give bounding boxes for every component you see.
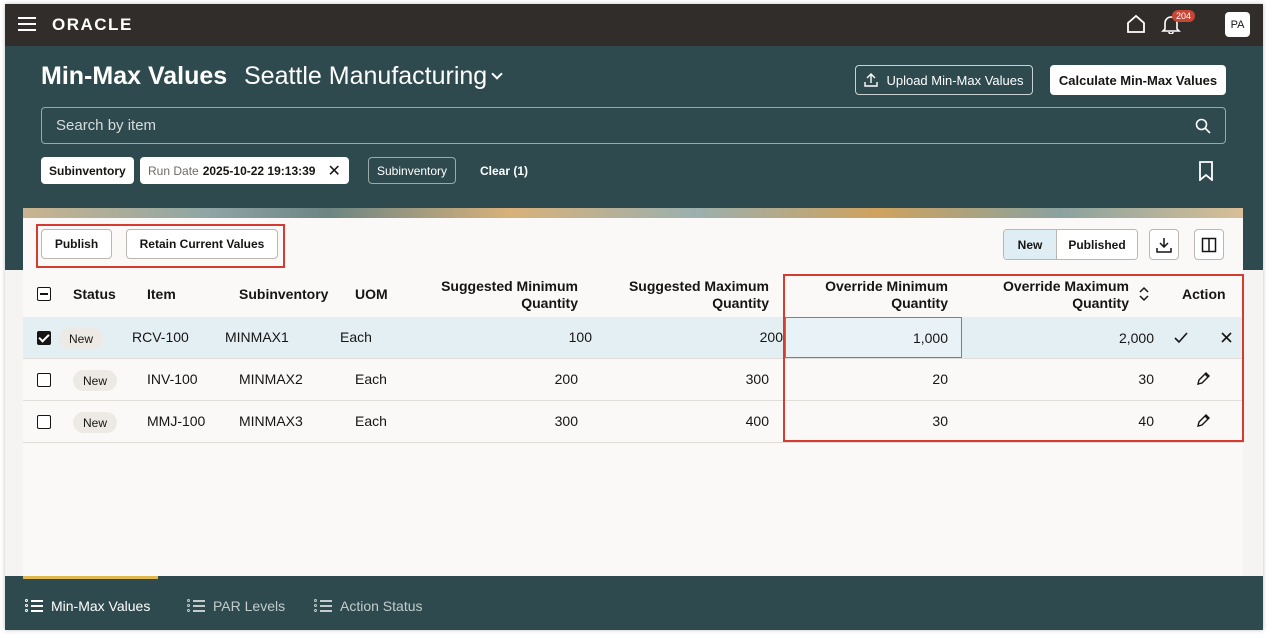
cell-item: INV-100 bbox=[147, 371, 198, 387]
close-icon[interactable]: ✕ bbox=[327, 161, 340, 181]
user-avatar[interactable]: PA bbox=[1225, 12, 1250, 37]
segment-new[interactable]: New bbox=[1004, 230, 1057, 259]
columns-button[interactable] bbox=[1194, 229, 1224, 260]
cell-suggested-min: 100 bbox=[568, 329, 592, 345]
tab-min-max-values[interactable]: Min-Max Values bbox=[25, 598, 150, 614]
highlight-box-toolbar bbox=[36, 224, 285, 268]
active-tab-indicator bbox=[23, 576, 158, 579]
notification-badge: 204 bbox=[1172, 10, 1196, 22]
status-badge: New bbox=[59, 328, 104, 349]
app-window: ORACLE 204 PA Min-Max Values Seattle Man… bbox=[5, 4, 1263, 630]
row-checkbox[interactable] bbox=[37, 331, 51, 345]
list-icon bbox=[25, 599, 43, 613]
header-status[interactable]: Status bbox=[73, 286, 116, 303]
run-date-value: 2025-10-22 19:13:39 bbox=[202, 163, 316, 178]
page-title: Min-Max Values bbox=[41, 62, 228, 90]
menu-icon[interactable] bbox=[18, 17, 36, 31]
search-placeholder: Search by item bbox=[56, 117, 157, 134]
cell-item: RCV-100 bbox=[132, 329, 189, 345]
cell-item: MMJ-100 bbox=[147, 413, 206, 429]
header-suggested-min[interactable]: Suggested Minimum Quantity bbox=[415, 278, 578, 312]
cell-suggested-max: 200 bbox=[759, 329, 783, 345]
checklist-icon bbox=[314, 599, 332, 613]
highlight-box-override-columns bbox=[783, 274, 1244, 442]
cell-suggested-max: 300 bbox=[745, 371, 769, 387]
tab-action-status[interactable]: Action Status bbox=[314, 598, 423, 614]
row-checkbox[interactable] bbox=[37, 415, 51, 429]
chevron-down-icon bbox=[491, 68, 503, 80]
clear-filters-link[interactable]: Clear (1) bbox=[480, 164, 528, 178]
status-badge: New bbox=[73, 412, 118, 433]
cell-uom: Each bbox=[355, 371, 387, 387]
header-uom[interactable]: UOM bbox=[355, 286, 388, 303]
header-item[interactable]: Item bbox=[147, 286, 176, 303]
tab-label: Action Status bbox=[340, 598, 423, 614]
list-icon bbox=[187, 599, 205, 613]
cell-suggested-min: 200 bbox=[554, 371, 578, 387]
calculate-button[interactable]: Calculate Min-Max Values bbox=[1050, 65, 1226, 95]
decorative-banner bbox=[23, 208, 1243, 218]
upload-label: Upload Min-Max Values bbox=[886, 72, 1024, 88]
organization-name: Seattle Manufacturing bbox=[244, 62, 488, 90]
tab-label: PAR Levels bbox=[213, 598, 286, 614]
cell-subinventory: MINMAX3 bbox=[239, 413, 303, 429]
search-input[interactable]: Search by item bbox=[41, 107, 1226, 144]
header-suggested-min-line1: Suggested Minimum bbox=[441, 278, 578, 294]
cell-uom: Each bbox=[340, 329, 372, 345]
oracle-logo: ORACLE bbox=[52, 15, 133, 34]
columns-icon bbox=[1201, 237, 1217, 252]
cell-uom: Each bbox=[355, 413, 387, 429]
row-checkbox[interactable] bbox=[37, 373, 51, 387]
header-suggested-max-line2: Quantity bbox=[712, 295, 769, 311]
filter-chip-subinventory-2[interactable]: Subinventory bbox=[368, 157, 457, 184]
cell-suggested-min: 300 bbox=[554, 413, 578, 429]
select-all-checkbox[interactable] bbox=[37, 287, 51, 301]
cell-subinventory: MINMAX1 bbox=[225, 329, 289, 345]
filter-chip-subinventory[interactable]: Subinventory bbox=[41, 157, 134, 184]
download-button[interactable] bbox=[1149, 229, 1179, 260]
run-date-label: Run Date bbox=[148, 163, 199, 178]
home-icon[interactable] bbox=[1126, 14, 1146, 34]
filter-chip-run-date[interactable]: Run Date 2025-10-22 19:13:39 ✕ bbox=[140, 157, 349, 184]
bookmark-icon[interactable] bbox=[1198, 161, 1214, 181]
cell-subinventory: MINMAX2 bbox=[239, 371, 303, 387]
top-bar: ORACLE 204 PA bbox=[5, 4, 1263, 46]
status-badge: New bbox=[73, 370, 118, 391]
upload-button[interactable]: Upload Min-Max Values bbox=[855, 65, 1033, 95]
cell-suggested-max: 400 bbox=[745, 413, 769, 429]
download-icon bbox=[1156, 237, 1172, 253]
status-segmented-control: New Published bbox=[1003, 229, 1138, 260]
header-suggested-max[interactable]: Suggested Maximum Quantity bbox=[605, 278, 769, 312]
search-icon[interactable] bbox=[1195, 118, 1211, 134]
header-suggested-max-line1: Suggested Maximum bbox=[628, 278, 769, 294]
bottom-navigation: Min-Max Values PAR Levels Action Status bbox=[5, 576, 1263, 630]
tab-par-levels[interactable]: PAR Levels bbox=[187, 598, 285, 614]
tab-label: Min-Max Values bbox=[51, 598, 151, 614]
upload-icon bbox=[864, 73, 879, 87]
segment-published[interactable]: Published bbox=[1057, 230, 1137, 259]
header-suggested-min-line2: Quantity bbox=[521, 295, 578, 311]
header-subinventory[interactable]: Subinventory bbox=[239, 286, 328, 303]
organization-selector[interactable]: Seattle Manufacturing bbox=[244, 62, 503, 91]
